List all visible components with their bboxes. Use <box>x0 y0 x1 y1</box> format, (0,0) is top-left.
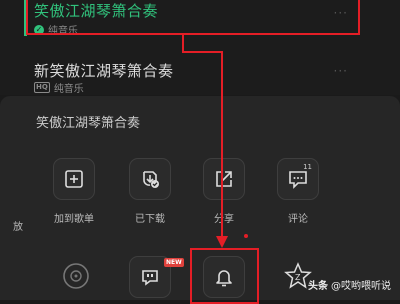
annotation-dot <box>244 234 248 238</box>
watermark-brand: 头条 <box>308 281 328 292</box>
watermark: 头条 @哎哟喂听说 <box>308 277 391 292</box>
annotation-arrow <box>182 35 228 248</box>
watermark-text: @哎哟喂听说 <box>331 281 391 292</box>
